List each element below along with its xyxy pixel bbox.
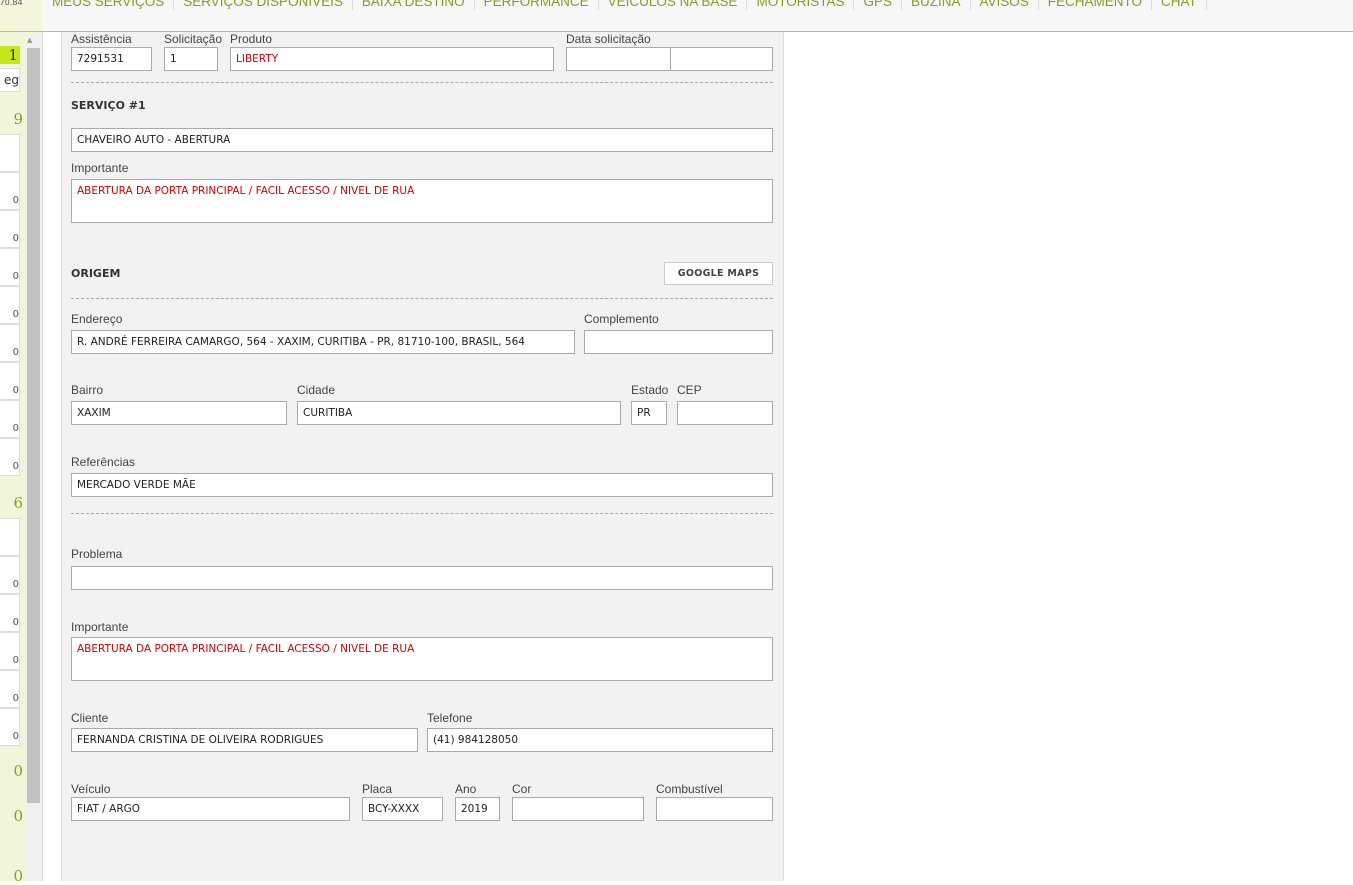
sidebar-service-item[interactable]: 0 <box>0 632 20 670</box>
sidebar-service-item[interactable]: 0 <box>0 556 20 594</box>
referencias-label: Referências <box>71 455 136 469</box>
solicitacao-label: Solicitação <box>164 32 223 46</box>
telefone-label: Telefone <box>427 711 473 725</box>
group-count[interactable]: 6 <box>0 494 23 512</box>
importante-label: Importante <box>71 161 129 175</box>
sidebar-service-item[interactable] <box>0 518 20 556</box>
group-count[interactable]: 9 <box>0 110 23 128</box>
nav-avisos[interactable]: AVISOS <box>971 0 1039 10</box>
divider <box>71 513 773 514</box>
referencias-field[interactable]: MERCADO VERDE MÃE <box>71 473 773 497</box>
divider <box>71 82 773 83</box>
produto-field[interactable]: LIBERTY <box>230 47 554 71</box>
cidade-field[interactable]: CURITIBA <box>297 401 621 425</box>
assistencia-label: Assistência <box>71 32 132 46</box>
veiculo-field[interactable]: FIAT / ARGO <box>71 797 350 821</box>
bairro-label: Bairro <box>71 383 104 397</box>
endereco-field[interactable]: R. ANDRÉ FERREIRA CAMARGO, 564 - XAXIM, … <box>71 330 575 354</box>
cidade-label: Cidade <box>297 383 336 397</box>
importante-textarea[interactable]: ABERTURA DA PORTA PRINCIPAL / FACIL ACES… <box>71 637 773 681</box>
endereco-label: Endereço <box>71 312 123 326</box>
cor-field[interactable] <box>512 797 644 821</box>
sidebar-search[interactable]: eg <box>0 68 20 92</box>
ano-field[interactable]: 2019 <box>455 797 500 821</box>
importante-textarea[interactable]: ABERTURA DA PORTA PRINCIPAL / FACIL ACES… <box>71 179 773 223</box>
scrollbar-thumb[interactable] <box>27 48 40 803</box>
ano-label: Ano <box>455 782 477 796</box>
bairro-field[interactable]: XAXIM <box>71 401 287 425</box>
sidebar-service-item[interactable]: 0 <box>0 172 20 210</box>
sidebar-service-item[interactable]: 0 <box>0 362 20 400</box>
telefone-field[interactable]: (41) 984128050 <box>427 728 773 752</box>
group-count[interactable]: 0 <box>0 807 23 825</box>
google-maps-button[interactable]: GOOGLE MAPS <box>664 262 773 285</box>
sidebar-service-item[interactable]: 0 <box>0 438 20 476</box>
nav-meus-servicos[interactable]: MEUS SERVIÇOS <box>43 0 175 10</box>
nav-performance[interactable]: PERFORMANCE <box>475 0 599 10</box>
origem-heading: ORIGEM <box>71 267 121 280</box>
group-count[interactable]: 0 <box>0 867 23 885</box>
sidebar-service-item[interactable]: 0 <box>0 248 20 286</box>
sidebar-service-item[interactable]: 0 <box>0 210 20 248</box>
nav-menu: MEUS SERVIÇOS SERVIÇOS DISPONÍVEIS BAIXA… <box>43 0 1207 10</box>
combustivel-field[interactable] <box>656 797 773 821</box>
sidebar-service-item[interactable]: 0 <box>0 670 20 708</box>
complemento-label: Complemento <box>584 312 659 326</box>
nav-gps[interactable]: GPS <box>854 0 902 10</box>
nav-buzina[interactable]: BUZINA <box>902 0 971 10</box>
sidebar-service-item[interactable]: 0 <box>0 708 20 746</box>
estado-label: Estado <box>631 383 669 397</box>
service-detail-panel <box>61 32 784 881</box>
sidebar-service-item[interactable]: 0 <box>0 286 20 324</box>
cep-label: CEP <box>677 383 702 397</box>
estado-field[interactable]: PR <box>631 401 667 425</box>
cliente-field[interactable]: FERNANDA CRISTINA DE OLIVEIRA RODRIGUES <box>71 728 418 752</box>
placa-field[interactable]: BCY-XXXX <box>362 797 443 821</box>
sidebar-service-item[interactable] <box>0 134 20 172</box>
scroll-up-arrow-icon[interactable]: ▲ <box>27 36 32 44</box>
group-count[interactable]: 0 <box>0 762 23 780</box>
active-count-badge[interactable]: 1 <box>0 46 20 64</box>
problema-field[interactable] <box>71 566 773 590</box>
cep-field[interactable] <box>677 401 773 425</box>
sidebar-service-item[interactable]: 0 <box>0 400 20 438</box>
combustivel-label: Combustível <box>656 782 723 796</box>
nav-motoristas[interactable]: MOTORISTAS <box>747 0 855 10</box>
placa-label: Placa <box>362 782 393 796</box>
nav-veiculos-na-base[interactable]: VEÍCULOS NA BASE <box>599 0 748 10</box>
importante-label: Importante <box>71 620 129 634</box>
data-solicitacao-label: Data solicitação <box>566 32 651 46</box>
data-solicitacao-date[interactable] <box>566 47 671 71</box>
data-solicitacao-time[interactable] <box>670 47 773 71</box>
nav-chat[interactable]: CHAT <box>1152 0 1207 10</box>
top-navigation: 0.70.84 MEUS SERVIÇOS SERVIÇOS DISPONÍVE… <box>0 0 1353 32</box>
sidebar-service-item[interactable]: 0 <box>0 324 20 362</box>
servico-heading: SERVIÇO #1 <box>71 99 146 112</box>
servico-field[interactable]: CHAVEIRO AUTO - ABERTURA <box>71 128 773 152</box>
cliente-label: Cliente <box>71 711 109 725</box>
divider <box>71 298 773 299</box>
cor-label: Cor <box>512 782 532 796</box>
version-label: 0.70.84 <box>0 0 43 31</box>
solicitacao-field[interactable]: 1 <box>164 47 218 71</box>
nav-fechamento[interactable]: FECHAMENTO <box>1039 0 1153 10</box>
nav-servicos-disponiveis[interactable]: SERVIÇOS DISPONÍVEIS <box>174 0 353 10</box>
produto-label: Produto <box>230 32 273 46</box>
sidebar-service-item[interactable]: 0 <box>0 594 20 632</box>
nav-baixa-destino[interactable]: BAIXA DESTINO <box>353 0 475 10</box>
complemento-field[interactable] <box>584 330 773 354</box>
veiculo-label: Veículo <box>71 782 111 796</box>
problema-label: Problema <box>71 547 123 561</box>
assistencia-field[interactable]: 7291531 <box>71 47 152 71</box>
